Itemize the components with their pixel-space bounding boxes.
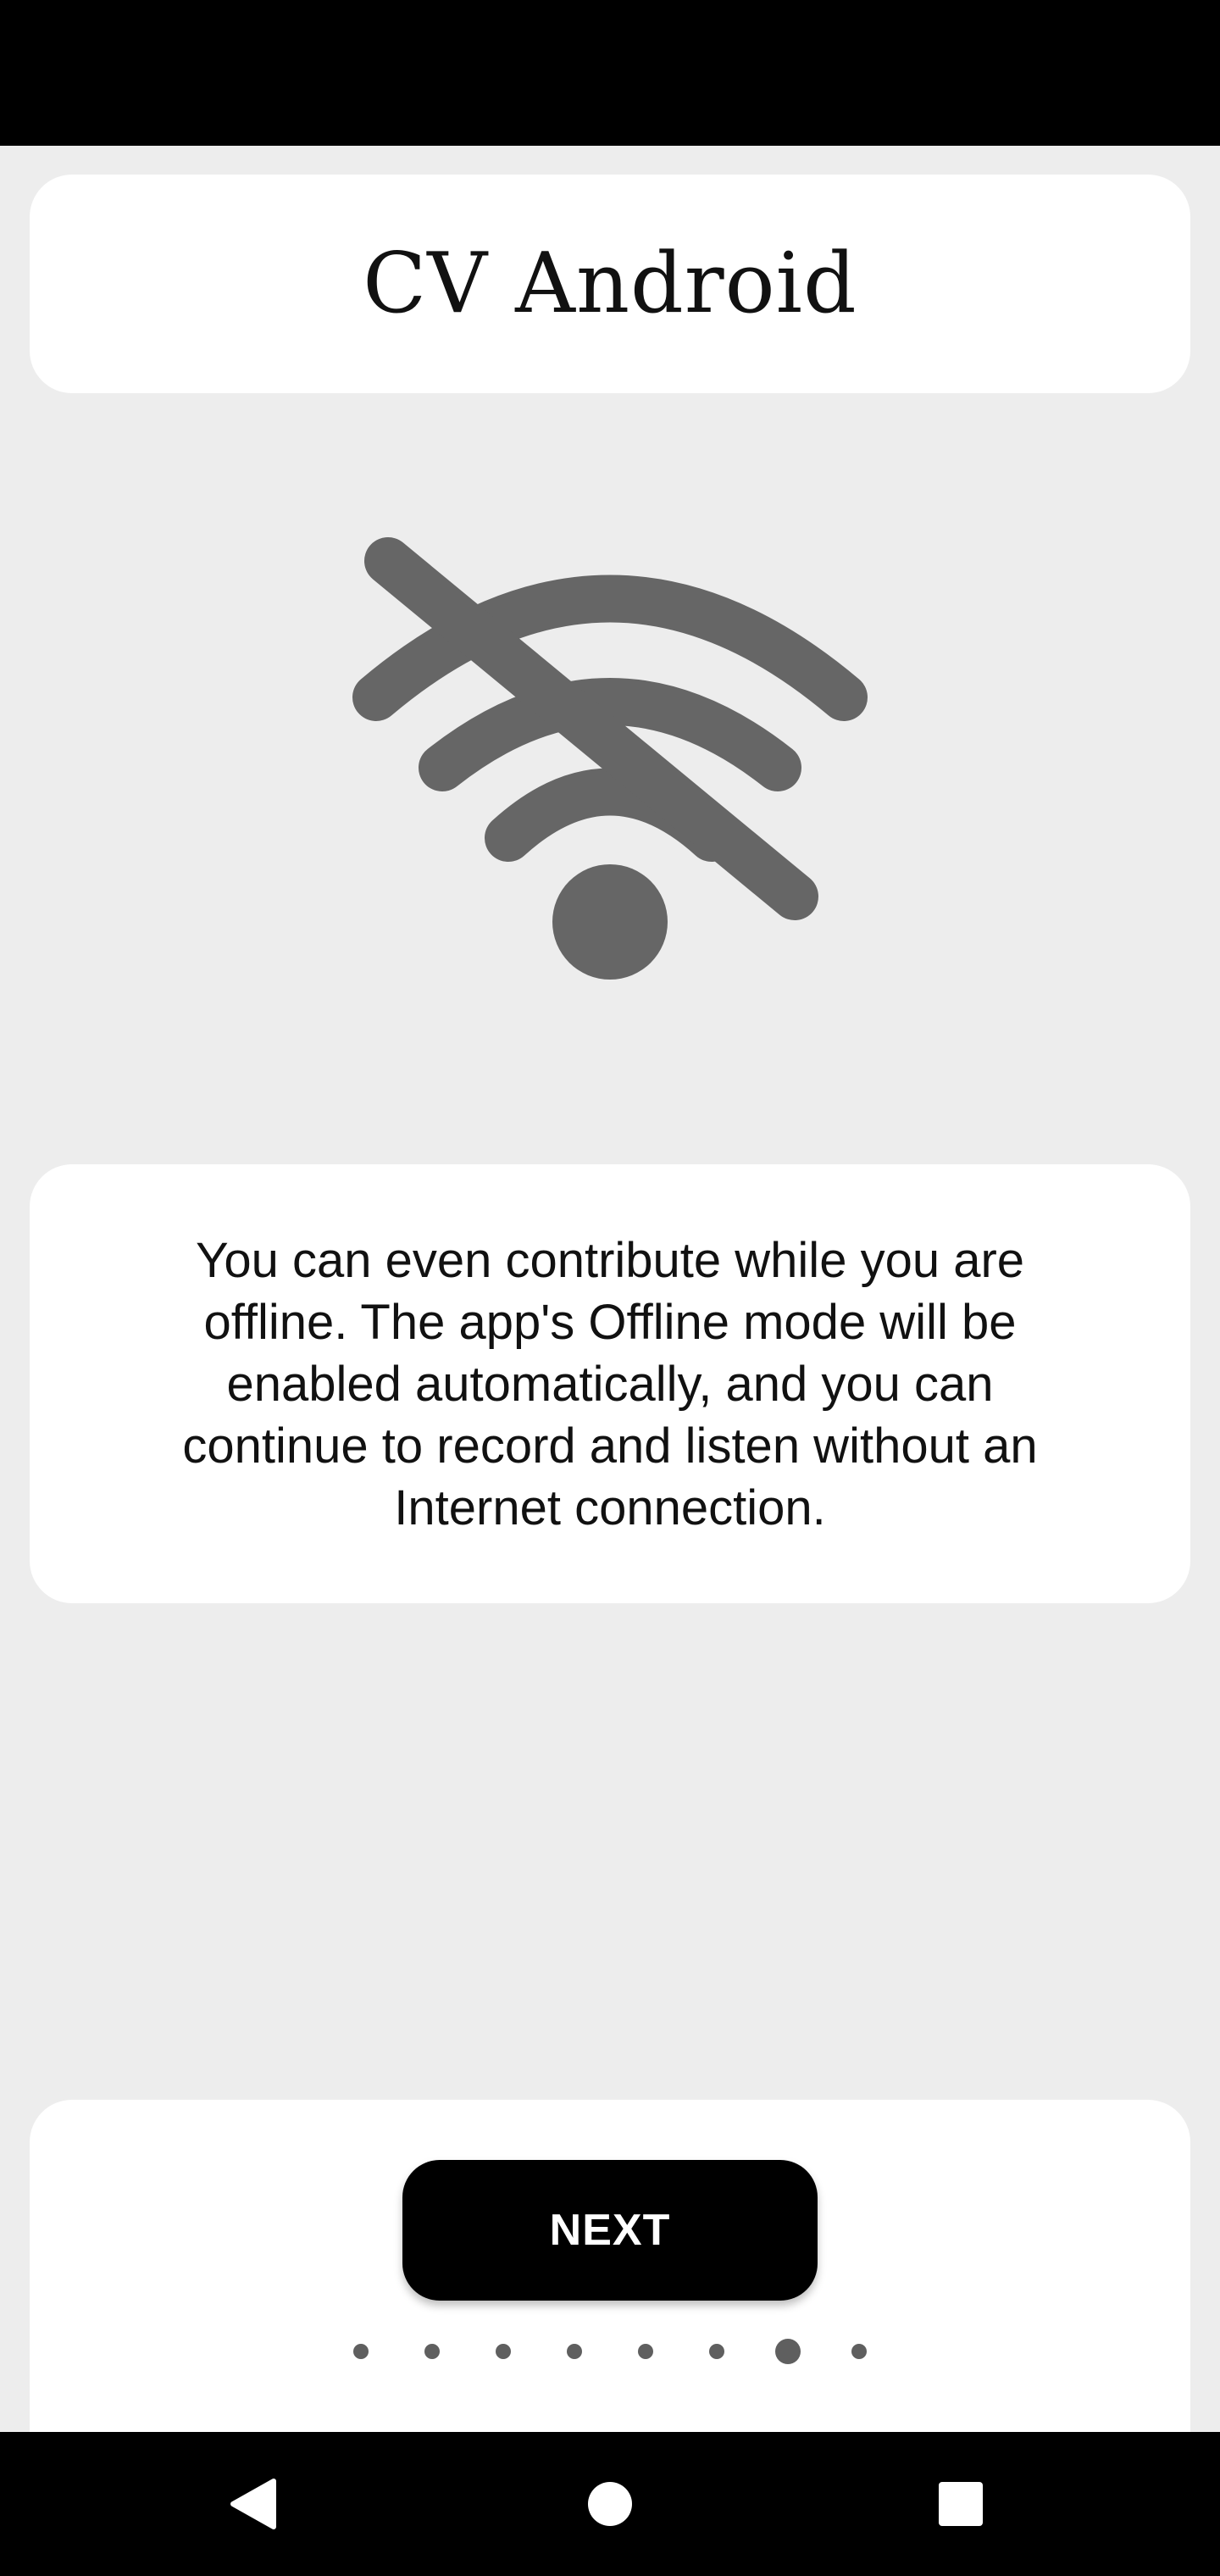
wifi-off-icon [352,537,868,980]
app-title: CV Android [363,236,857,332]
page-dot-5[interactable] [638,2344,653,2359]
page-dot-1[interactable] [353,2344,369,2359]
page-dot-6[interactable] [709,2344,724,2359]
home-button[interactable] [525,2432,695,2576]
recents-square-icon [939,2482,983,2526]
page-dot-8[interactable] [851,2344,867,2359]
page-dot-7-active[interactable] [775,2339,801,2364]
home-circle-icon [588,2482,632,2526]
recents-button[interactable] [876,2432,1045,2576]
page-dot-4[interactable] [567,2344,582,2359]
page-indicator [30,2339,1190,2364]
wifi-off-illustration [347,525,873,1000]
message-card: You can even contribute while you are of… [30,1164,1190,1603]
footer-card: NEXT [30,2100,1190,2464]
back-button[interactable] [169,2432,339,2576]
page-dot-2[interactable] [424,2344,440,2359]
back-triangle-icon [230,2479,276,2529]
navigation-bar [0,2432,1220,2576]
page-dot-3[interactable] [496,2344,511,2359]
next-button[interactable]: NEXT [402,2160,818,2301]
title-card: CV Android [30,175,1190,393]
status-bar [0,0,1220,146]
offline-message: You can even contribute while you are of… [182,1232,1038,1535]
